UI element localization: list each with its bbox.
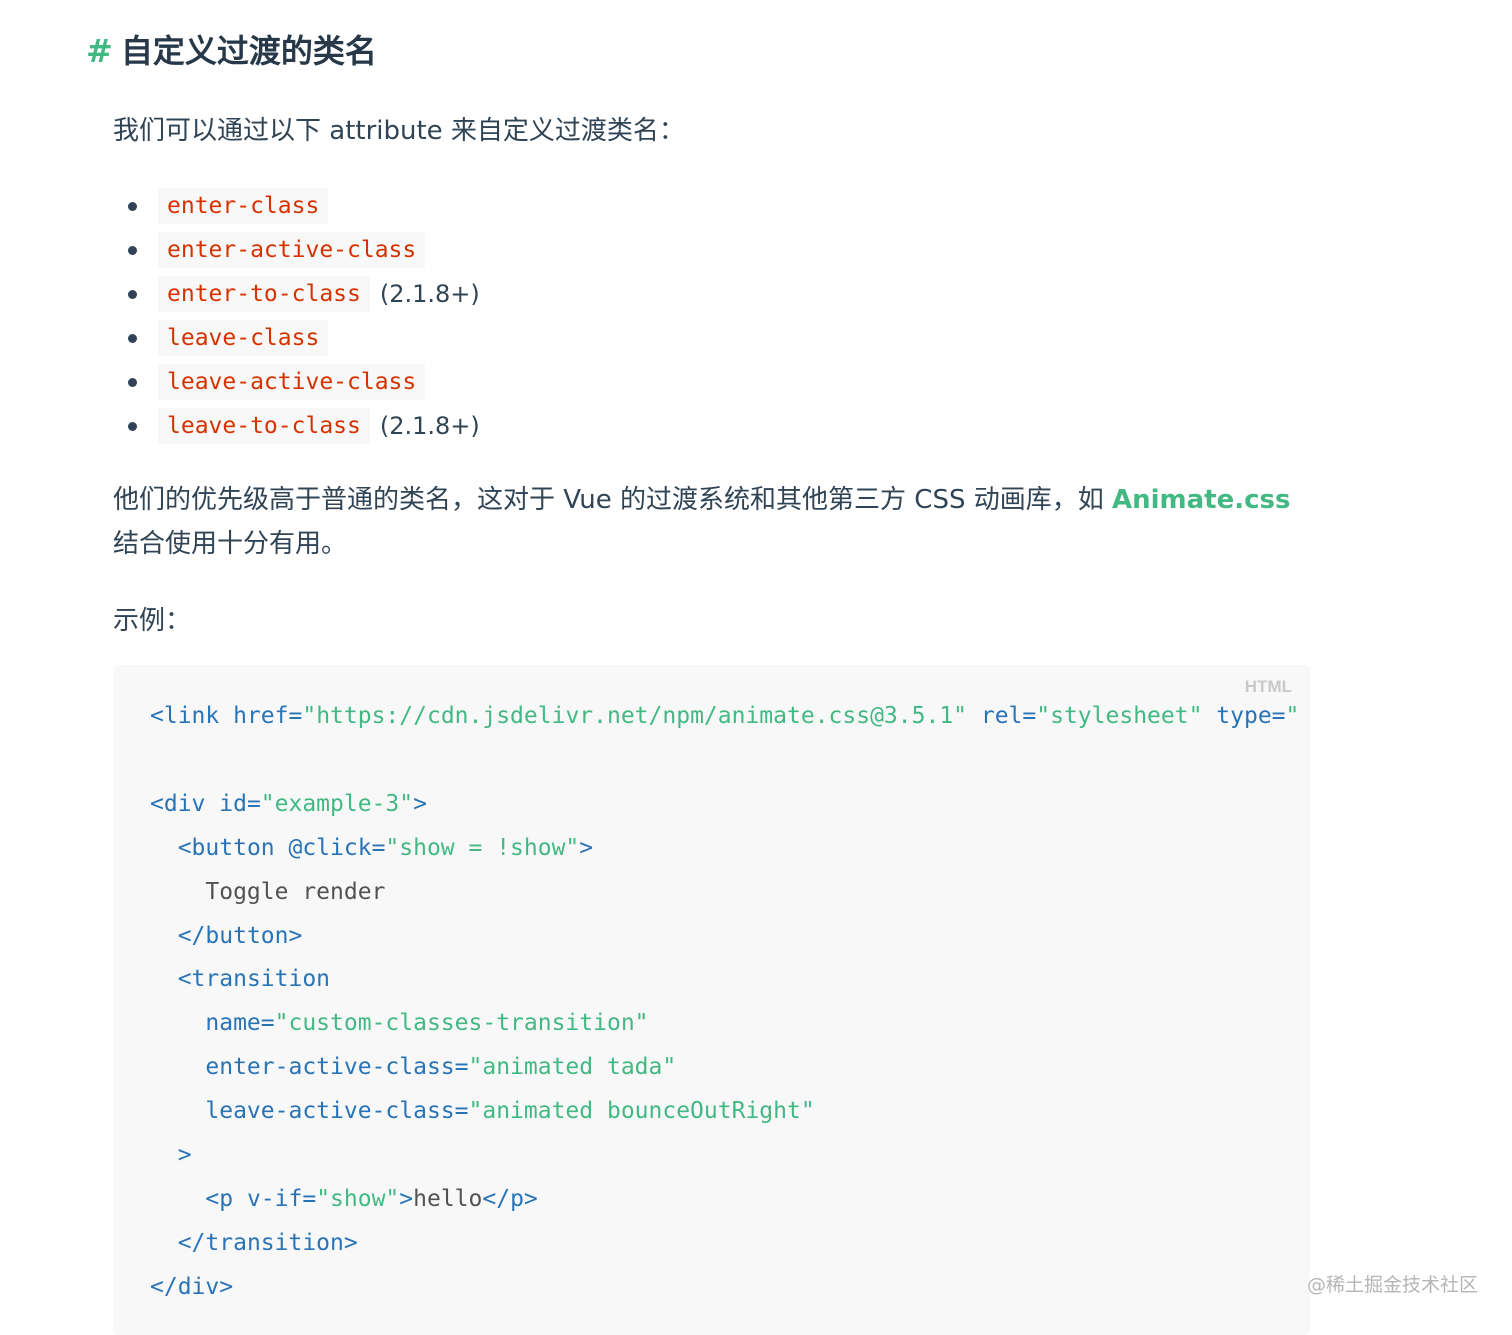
code-token-attr: href= [233, 703, 303, 729]
version-note: (2.1.8+) [379, 412, 480, 440]
inline-code: enter-active-class [158, 232, 426, 268]
code-token-attr: rel= [967, 703, 1037, 729]
watermark: @稀土掘金技术社区 [1306, 1274, 1478, 1296]
code-token-tag: > [399, 1185, 414, 1212]
code-token-str: "show" [316, 1185, 400, 1212]
code-line: name="custom-classes-transition" [150, 1010, 649, 1037]
heading-title: 自定义过渡的类名 [120, 32, 377, 70]
code-token-txt: Toggle render [150, 878, 386, 905]
code-line: <link href="https://cdn.jsdelivr.net/npm… [150, 703, 1299, 729]
code-token-tag: </button> [177, 922, 303, 949]
code-token-attr: enter-active-class= [205, 1054, 469, 1081]
section-heading: # 自定义过渡的类名 [86, 26, 377, 72]
code-line: </button> [150, 922, 303, 949]
code-token-str: "example-3" [260, 790, 414, 817]
bullet-icon [128, 245, 137, 255]
description-paragraph: 他们的优先级高于普通的类名，这对于 Vue 的过渡系统和其他第三方 CSS 动画… [113, 478, 1313, 566]
code-block: HTML <link href="https://cdn.jsdelivr.ne… [113, 665, 1310, 1335]
bullet-icon [128, 333, 137, 343]
description-text-continued: 结合使用十分有用。 [113, 529, 348, 559]
code-token-tag: <transition [177, 966, 331, 993]
code-token-tag: > [177, 1142, 192, 1169]
code-token-attr: type= [1202, 703, 1286, 729]
list-item: enter-to-class (2.1.8+) [128, 272, 480, 316]
code-token-tag: <p [205, 1185, 247, 1212]
code-token-tag: <link [150, 703, 234, 729]
code-line: <p v-if="show">hello</p> [150, 1185, 538, 1212]
version-note: (2.1.8+) [379, 280, 480, 308]
code-token-attr: name= [205, 1010, 275, 1037]
code-token-str: "show = !show" [385, 834, 580, 861]
code-token-attr: leave-active-class= [205, 1098, 469, 1125]
code-line: leave-active-class="animated bounceOutRi… [150, 1098, 815, 1125]
code-token-attr: id= [219, 790, 261, 817]
intro-paragraph: 我们可以通过以下 attribute 来自定义过渡类名： [113, 116, 685, 146]
description-text: 他们的优先级高于普通的类名，这对于 Vue 的过渡系统和其他第三方 CSS 动画… [113, 485, 1112, 515]
code-token-str: "custom-classes-transition" [274, 1010, 649, 1037]
example-label: 示例： [113, 606, 192, 636]
inline-code: leave-to-class [158, 408, 370, 444]
code-line: Toggle render [150, 879, 385, 905]
code-token-tag: </p> [482, 1185, 538, 1212]
bullet-icon [128, 377, 137, 387]
list-item: leave-to-class (2.1.8+) [128, 404, 480, 448]
code-line: > [150, 1142, 192, 1168]
inline-code: enter-class [158, 188, 329, 224]
code-content: <link href="https://cdn.jsdelivr.net/npm… [150, 695, 1299, 1310]
code-token-str: "stylesheet" [1036, 703, 1203, 729]
code-line: <transition [150, 966, 330, 992]
code-line: <button @click="show = !show"> [150, 835, 593, 861]
code-token-txt: hello [413, 1185, 483, 1212]
code-token-str: "animated bounceOutRight" [468, 1098, 815, 1125]
list-item: leave-active-class [128, 360, 480, 404]
code-line: </div> [150, 1274, 233, 1300]
heading-anchor-link[interactable]: # [86, 32, 113, 70]
class-name-list: enter-class enter-active-class enter-to-cl… [128, 184, 480, 448]
code-token-attr: v-if= [246, 1185, 317, 1212]
code-line: </transition> [150, 1230, 358, 1256]
code-token-tag: <button [177, 834, 289, 861]
code-token-tag: <div [150, 790, 220, 817]
code-token-str: " [1285, 703, 1300, 729]
code-line: <div id="example-3"> [150, 791, 427, 817]
inline-code: leave-active-class [158, 364, 426, 400]
code-token-tag: > [579, 834, 594, 861]
animate-css-link[interactable]: Animate.css [1112, 485, 1290, 515]
code-line: enter-active-class="animated tada" [150, 1054, 676, 1080]
list-item: enter-active-class [128, 228, 480, 272]
code-token-str: "animated tada" [468, 1054, 677, 1081]
code-token-attr: @click= [288, 834, 386, 861]
list-item: enter-class [128, 184, 480, 228]
code-token-str: "https://cdn.jsdelivr.net/npm/animate.cs… [302, 703, 968, 729]
code-language-label: HTML [1244, 677, 1292, 696]
list-item: leave-class [128, 316, 480, 360]
code-token-tag: > [413, 790, 427, 817]
inline-code: enter-to-class [158, 276, 370, 312]
code-token-tag: </transition> [177, 1229, 358, 1256]
bullet-icon [128, 289, 137, 299]
bullet-icon [128, 421, 137, 431]
code-token-tag: </div> [150, 1273, 234, 1300]
inline-code: leave-class [158, 320, 329, 356]
bullet-icon [128, 201, 137, 211]
